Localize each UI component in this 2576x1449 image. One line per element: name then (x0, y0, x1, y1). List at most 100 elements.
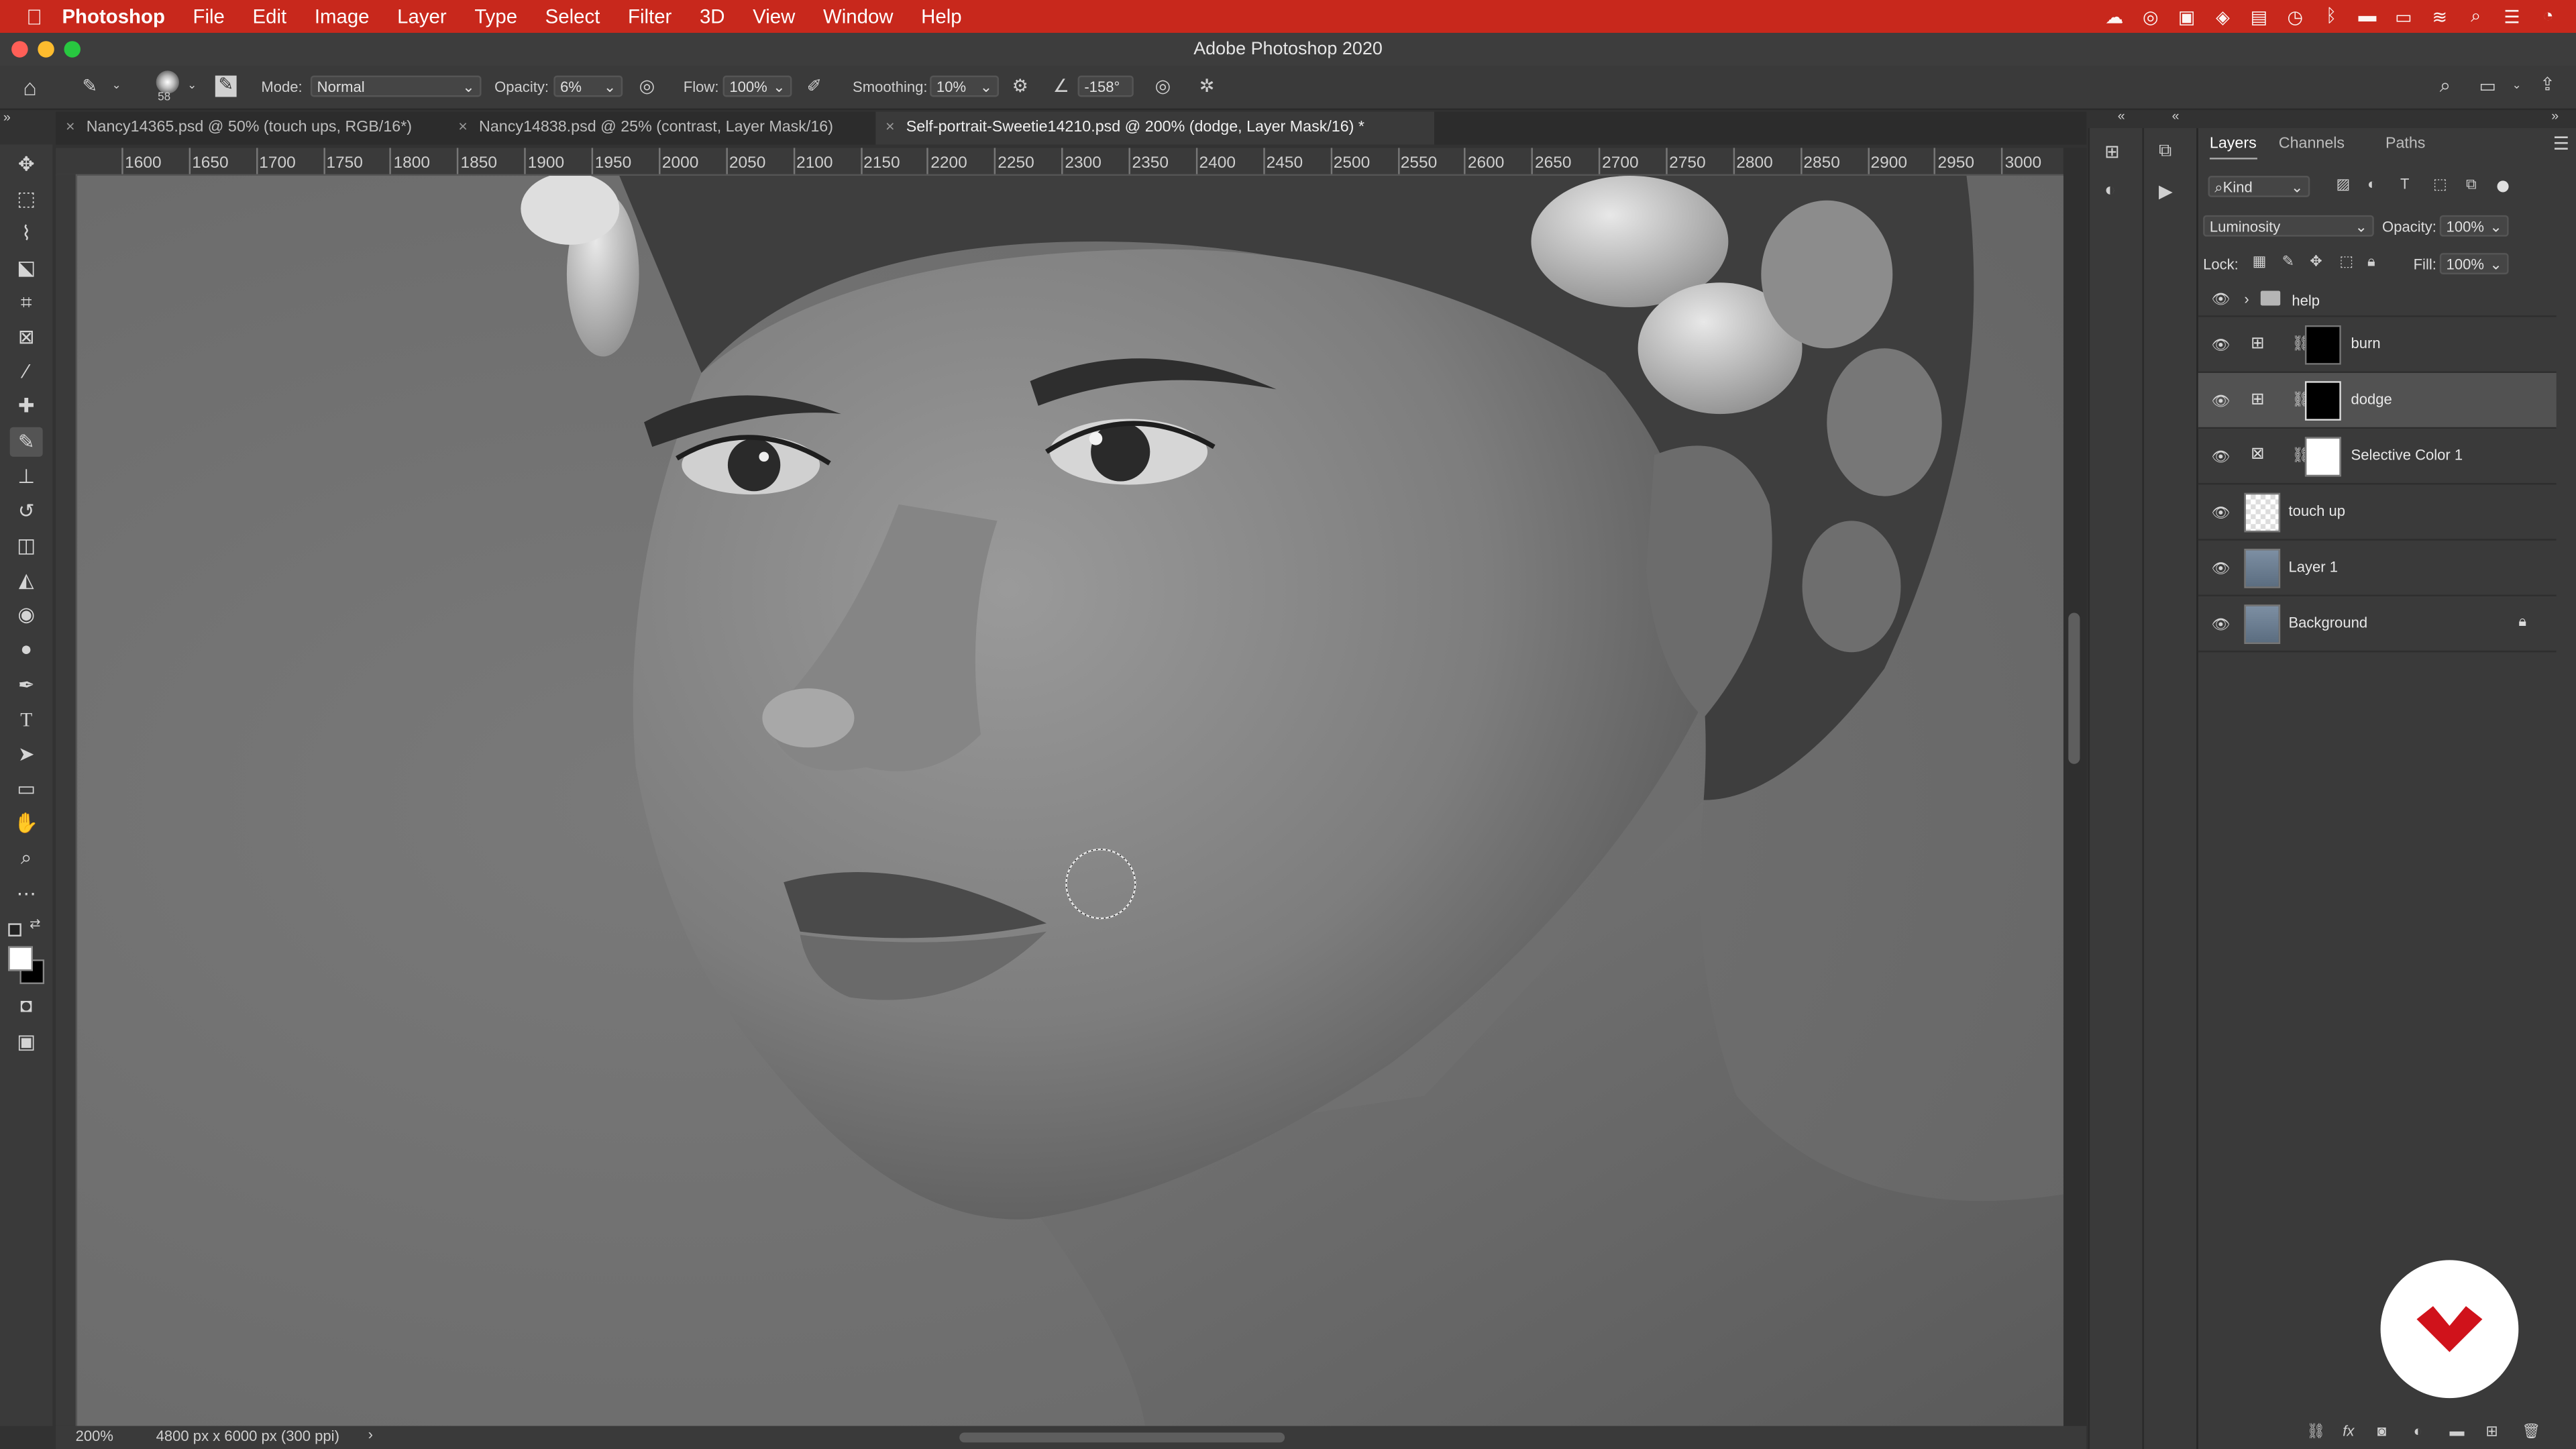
minimize-window-button[interactable] (38, 41, 54, 58)
visibility-eye-icon[interactable]: 👁︎ (2211, 449, 2230, 467)
workspace-icon[interactable]: ▭ (2479, 76, 2496, 97)
lock-image-icon[interactable]: ✎ (2282, 253, 2294, 271)
layer-mask-thumbnail[interactable] (2304, 325, 2341, 365)
filter-type-icon[interactable]: T (2400, 176, 2409, 192)
close-tab-icon[interactable]: × (66, 118, 75, 136)
add-mask-icon[interactable]: ◙ (2377, 1423, 2386, 1439)
tab-paths[interactable]: Paths (2385, 135, 2426, 153)
search-icon[interactable]: ⌕ (2440, 74, 2451, 99)
creative-cloud-icon[interactable]: ☁ (2096, 6, 2133, 28)
history-panel-icon[interactable]: ⧉ (2159, 142, 2171, 163)
filter-toggle[interactable] (2497, 180, 2509, 193)
gear-icon[interactable]: ⚙ (1012, 76, 1028, 97)
layer-row[interactable]: 👁︎ ⊞ ⛓︎ burn (2198, 317, 2557, 373)
close-tab-icon[interactable]: × (885, 118, 895, 136)
airbrush-icon[interactable]: ✐ (806, 76, 822, 97)
layer-mask-thumbnail[interactable] (2304, 381, 2341, 421)
foreground-color-swatch[interactable] (8, 946, 33, 971)
screen-icon[interactable]: ▤ (2241, 6, 2277, 28)
actions-panel-icon[interactable]: ▶ (2159, 180, 2173, 202)
flow-input[interactable]: 100% ⌄ (722, 75, 792, 97)
flag-icon[interactable]: ▬ (2349, 7, 2385, 26)
filter-shape-icon[interactable]: ⬚ (2433, 176, 2447, 194)
marquee-tool-icon[interactable]: ⬚ (10, 184, 43, 213)
hand-tool-icon[interactable]: ✋ (10, 808, 43, 838)
layer-row[interactable]: 👁︎ Background 🔒︎ (2198, 596, 2557, 653)
collapse-panels-icon[interactable]: « (2118, 109, 2125, 123)
share-icon[interactable]: ⇪ (2540, 74, 2555, 95)
menu-file[interactable]: File (193, 5, 225, 28)
visibility-eye-icon[interactable]: 👁︎ (2211, 560, 2230, 578)
learn-panel-icon[interactable]: ⊞ (2104, 142, 2120, 162)
lock-transparent-icon[interactable]: ▦ (2253, 253, 2267, 271)
bluetooth-icon[interactable]: ᛒ (2313, 7, 2349, 26)
path-select-tool-icon[interactable]: ➤ (10, 739, 43, 769)
fx-icon[interactable]: fx (2343, 1423, 2354, 1439)
swap-colors-icon[interactable]: ⇄ (30, 917, 40, 932)
menu-layer[interactable]: Layer (397, 5, 447, 28)
visibility-eye-icon[interactable]: 👁︎ (2211, 290, 2230, 309)
eraser-tool-icon[interactable]: ◫ (10, 531, 43, 560)
tab-document-active[interactable]: × Self-portrait-Sweetie14210.psd @ 200% (… (875, 111, 1434, 145)
vertical-scrollbar-thumb[interactable] (2068, 612, 2080, 764)
history-brush-tool-icon[interactable]: ↺ (10, 496, 43, 526)
paint-bucket-tool-icon[interactable]: ◭ (10, 565, 43, 594)
menu-window[interactable]: Window (823, 5, 894, 28)
brush-preview[interactable] (156, 70, 179, 94)
tab-channels[interactable]: Channels (2279, 135, 2345, 153)
zoom-tool-icon[interactable]: ⌕ (10, 843, 43, 872)
menu-select[interactable]: Select (545, 5, 600, 28)
new-layer-icon[interactable]: ⊞ (2485, 1423, 2498, 1441)
more-tools-icon[interactable]: ⋯ (10, 879, 43, 908)
angle-input[interactable]: -158° (1077, 75, 1134, 97)
default-colors-icon[interactable] (8, 923, 21, 936)
menu-help[interactable]: Help (921, 5, 961, 28)
type-tool-icon[interactable]: T (10, 705, 43, 735)
brush-tool-icon[interactable]: ✎ (9, 427, 43, 457)
adjustments-panel-icon[interactable]: ◐ (2104, 180, 2115, 200)
lasso-tool-icon[interactable]: ⌇ (10, 219, 43, 248)
lock-all-icon[interactable]: 🔒︎ (2367, 253, 2375, 271)
blend-mode-select[interactable]: Luminosity ⌄ (2203, 215, 2374, 237)
battery-icon[interactable]: ▭ (2385, 6, 2422, 28)
pressure-size-icon[interactable]: ◎ (1155, 76, 1171, 97)
move-tool-icon[interactable]: ✥ (10, 150, 43, 179)
smoothing-input[interactable]: 10% ⌄ (930, 75, 999, 97)
layer-row[interactable]: 👁︎ ⊠ ⛓︎ Selective Color 1 (2198, 429, 2557, 485)
visibility-eye-icon[interactable]: 👁︎ (2211, 392, 2230, 411)
layer-thumbnail[interactable] (2244, 492, 2281, 533)
menu-filter[interactable]: Filter (628, 5, 672, 28)
panel-menu-icon[interactable]: ☰ (2553, 133, 2569, 154)
vertical-scrollbar[interactable] (2063, 148, 2087, 1426)
brush-settings-icon[interactable]: ✎ (215, 75, 237, 97)
zoom-level[interactable]: 200% (76, 1428, 113, 1444)
new-group-icon[interactable]: ▬ (2449, 1423, 2464, 1439)
tab-document[interactable]: × Nancy14365.psd @ 50% (touch ups, RGB/16… (56, 112, 457, 145)
expand-panels-icon[interactable]: » (2551, 109, 2559, 123)
menu-image[interactable]: Image (315, 5, 370, 28)
visibility-eye-icon[interactable]: 👁︎ (2211, 337, 2230, 355)
chevron-down-icon[interactable]: ⌄ (112, 79, 121, 92)
zoom-window-button[interactable] (64, 41, 81, 58)
layer-mask-thumbnail[interactable] (2304, 437, 2341, 477)
layer-opacity-input[interactable]: 100% ⌄ (2439, 215, 2509, 237)
filter-pixel-icon[interactable]: ▨ (2336, 176, 2350, 194)
sync-icon[interactable]: ◎ (2133, 6, 2169, 28)
menu-view[interactable]: View (753, 5, 795, 28)
dodge-tool-icon[interactable]: ● (10, 634, 43, 663)
clone-stamp-tool-icon[interactable]: ⊥ (10, 462, 43, 491)
frame-tool-icon[interactable]: ⊠ (10, 322, 43, 352)
fill-input[interactable]: 100% ⌄ (2439, 253, 2509, 274)
app-indicator-icon[interactable]: ▣ (2169, 6, 2205, 28)
eyedropper-tool-icon[interactable]: ⁄ (10, 356, 43, 386)
layer-row[interactable]: 👁︎ touch up (2198, 484, 2557, 541)
collapse-panels-icon[interactable]: « (2172, 109, 2180, 123)
visibility-eye-icon[interactable]: 👁︎ (2211, 504, 2230, 523)
menu-3d[interactable]: 3D (700, 5, 725, 28)
layer-filter-select[interactable]: ⌕Kind ⌄ (2208, 176, 2310, 197)
tab-layers[interactable]: Layers (2209, 135, 2257, 160)
brush-tool-preset-icon[interactable]: ✎ (82, 76, 97, 97)
layer-row[interactable]: 👁︎ Layer 1 (2198, 541, 2557, 596)
close-tab-icon[interactable]: × (458, 118, 468, 136)
screen-mode-icon[interactable]: ▣ (10, 1027, 43, 1057)
